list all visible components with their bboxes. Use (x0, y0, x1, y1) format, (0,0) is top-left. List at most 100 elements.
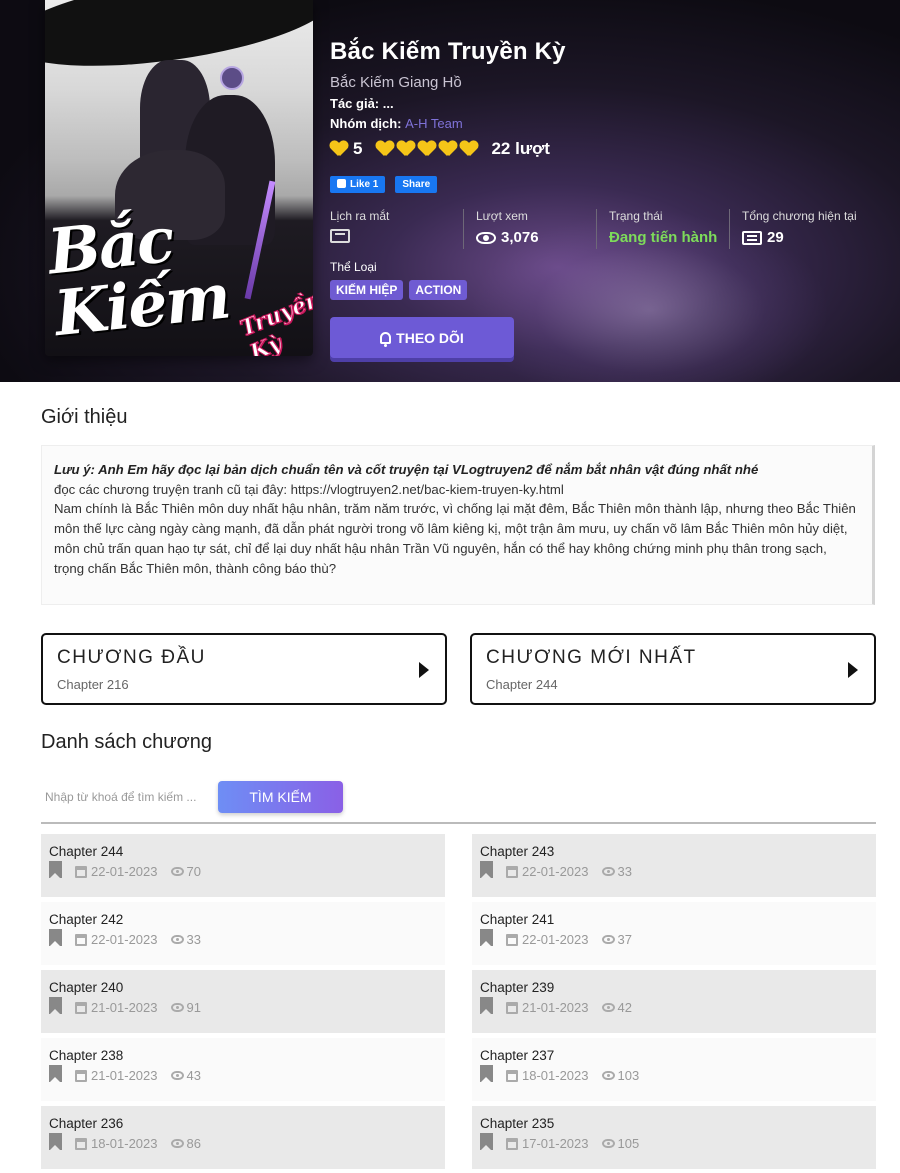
chapter-item[interactable]: Chapter 239 21-01-2023 42 (472, 970, 876, 1033)
chapter-item[interactable]: Chapter 241 22-01-2023 37 (472, 902, 876, 965)
author-label: Tác giả: (330, 96, 380, 111)
search-button[interactable]: TÌM KIẾM (218, 781, 343, 813)
chapter-date: 21-01-2023 (522, 1000, 589, 1015)
chapter-name[interactable]: Chapter 243 (480, 844, 868, 859)
facebook-like-button[interactable]: Like 1 (330, 176, 386, 193)
follow-button[interactable]: THEO DÕI (330, 317, 514, 358)
bookmark-icon[interactable] (480, 1133, 493, 1151)
chapter-date: 18-01-2023 (522, 1068, 589, 1083)
facebook-share-button[interactable]: Share (395, 176, 438, 193)
rating-heart-icon[interactable] (439, 141, 457, 157)
chapter-name[interactable]: Chapter 238 (49, 1048, 437, 1063)
eye-icon (170, 1003, 184, 1012)
bookmark-icon[interactable] (480, 997, 493, 1015)
rating-heart-icon[interactable] (460, 141, 478, 157)
eye-icon (170, 1139, 184, 1148)
calendar-icon (75, 865, 87, 878)
bookmark-icon[interactable] (480, 929, 493, 947)
chapter-meta: 22-01-2023 33 (49, 929, 437, 947)
stat-release-schedule: Lịch ra mắt (330, 209, 463, 249)
chapter-views: 42 (617, 1000, 632, 1015)
latest-chapter-button[interactable]: CHƯƠNG MỚI NHẤT Chapter 244 (470, 633, 876, 705)
intro-box[interactable]: Lưu ý: Anh Em hãy đọc lại bản dịch chuẩn… (41, 445, 875, 605)
chapter-meta: 22-01-2023 37 (480, 929, 868, 947)
eye-icon (601, 1071, 615, 1080)
rating-heart-icon[interactable] (376, 141, 394, 157)
stat-label: Lịch ra mắt (330, 209, 390, 223)
thumbs-up-icon (337, 179, 346, 188)
genre-tag[interactable]: KIẾM HIỆP (330, 280, 404, 300)
rating-votes: 22 lượt (491, 139, 550, 158)
chapter-name[interactable]: Chapter 241 (480, 912, 868, 927)
chapter-name[interactable]: Chapter 244 (49, 844, 437, 859)
bookmark-icon[interactable] (49, 861, 62, 879)
calendar-icon (506, 1001, 518, 1014)
rating-heart-icon[interactable] (418, 141, 436, 157)
genre-tag[interactable]: ACTION (409, 280, 468, 300)
chapter-name[interactable]: Chapter 236 (49, 1116, 437, 1131)
chapter-meta: 21-01-2023 42 (480, 997, 868, 1015)
eye-icon (170, 935, 184, 944)
stat-status: Trạng thái Đang tiến hành (596, 209, 729, 249)
chapter-name[interactable]: Chapter 242 (49, 912, 437, 927)
intro-old-link: đọc các chương truyện tranh cũ tại đây: … (54, 481, 564, 497)
chapter-meta: 18-01-2023 103 (480, 1065, 868, 1083)
translator-label: Nhóm dịch: (330, 116, 402, 131)
stat-value-text: 29 (767, 229, 784, 246)
eye-icon (601, 1003, 615, 1012)
follow-label: THEO DÕI (396, 329, 464, 346)
chapter-item[interactable]: Chapter 235 17-01-2023 105 (472, 1106, 876, 1169)
bookmark-icon[interactable] (49, 997, 62, 1015)
divider (41, 822, 876, 824)
chapter-views: 91 (186, 1000, 201, 1015)
chapter-name[interactable]: Chapter 239 (480, 980, 868, 995)
chapter-item[interactable]: Chapter 236 18-01-2023 86 (41, 1106, 445, 1169)
rating: 5 22 lượt (330, 139, 885, 159)
chapter-meta: 22-01-2023 33 (480, 861, 868, 879)
chapter-name[interactable]: Chapter 240 (49, 980, 437, 995)
stat-value: 3,076 (476, 229, 596, 246)
chapter-views: 103 (617, 1068, 640, 1083)
genre-list: KIẾM HIỆP ACTION (330, 280, 885, 300)
stat-label: Trạng thái (609, 209, 663, 223)
first-chapter-number: Chapter 216 (57, 677, 129, 692)
chapter-item[interactable]: Chapter 237 18-01-2023 103 (472, 1038, 876, 1101)
chapter-meta: 21-01-2023 43 (49, 1065, 437, 1083)
chapter-name[interactable]: Chapter 235 (480, 1116, 868, 1131)
chapter-name[interactable]: Chapter 237 (480, 1048, 868, 1063)
eye-icon (476, 231, 496, 244)
rating-heart-icon[interactable] (397, 141, 415, 157)
eye-icon (170, 867, 184, 876)
status-value: Đang tiến hành (609, 229, 718, 246)
heart-icon (330, 141, 348, 157)
translator-link[interactable]: A-H Team (405, 116, 463, 131)
chapter-date: 22-01-2023 (91, 864, 158, 879)
comic-info: Bắc Kiếm Truyền Kỳ Bắc Kiếm Giang Hồ Tác… (330, 38, 885, 300)
first-chapter-button[interactable]: CHƯƠNG ĐẦU Chapter 216 (41, 633, 447, 705)
chapter-item[interactable]: Chapter 243 22-01-2023 33 (472, 834, 876, 897)
chapter-search-input[interactable] (41, 781, 211, 813)
genre-label: Thể Loại (330, 260, 377, 274)
chapter-item[interactable]: Chapter 238 21-01-2023 43 (41, 1038, 445, 1101)
eye-icon (601, 935, 615, 944)
chapter-views: 37 (617, 932, 632, 947)
chapter-date: 22-01-2023 (522, 864, 589, 879)
calendar-icon (75, 1137, 87, 1150)
bookmark-icon[interactable] (49, 1133, 62, 1151)
comic-header: Bắc Kiếm Truyền Kỳ Bắc Kiếm Truyền Kỳ Bắ… (0, 0, 900, 382)
bookmark-icon[interactable] (480, 861, 493, 879)
social-buttons: Like 1 Share (330, 176, 885, 193)
bookmark-icon[interactable] (49, 1065, 62, 1083)
chapter-item[interactable]: Chapter 240 21-01-2023 91 (41, 970, 445, 1033)
stat-value: 29 (742, 229, 862, 246)
author-value: ... (382, 96, 394, 111)
bookmark-icon[interactable] (480, 1065, 493, 1083)
chapter-item[interactable]: Chapter 244 22-01-2023 70 (41, 834, 445, 897)
chapter-item[interactable]: Chapter 242 22-01-2023 33 (41, 902, 445, 965)
rating-score: 5 (353, 139, 363, 158)
latest-chapter-number: Chapter 244 (486, 677, 558, 692)
chapter-date: 17-01-2023 (522, 1136, 589, 1151)
chapter-views: 33 (186, 932, 201, 947)
like-label: Like 1 (350, 179, 379, 190)
bookmark-icon[interactable] (49, 929, 62, 947)
